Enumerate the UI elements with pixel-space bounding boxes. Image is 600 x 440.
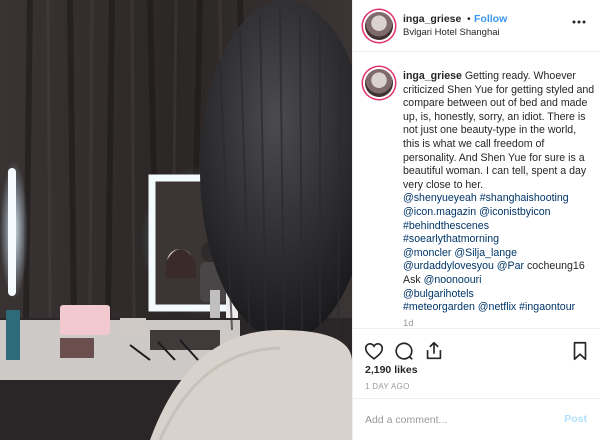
caption-avatar[interactable] [365, 69, 393, 97]
comment-input[interactable] [365, 411, 545, 429]
likes-count[interactable]: 2,190 likes [365, 364, 418, 376]
location-link[interactable]: Bvlgari Hotel Shanghai [403, 27, 500, 38]
follow-button[interactable]: Follow [474, 13, 507, 25]
caption-tags-7-link[interactable]: @noonoouri [424, 274, 482, 286]
heart-icon[interactable] [363, 340, 385, 362]
caption-area: inga_griese Getting ready. Whoever criti… [353, 52, 600, 328]
separator-dot: • [467, 13, 471, 25]
caption-tags-7-text: Ask [403, 273, 424, 286]
post-side-panel: inga_griese • Follow Bvlgari Hotel Shang… [352, 0, 600, 440]
avatar[interactable] [365, 12, 393, 40]
caption-timestamp: 1d [403, 317, 414, 328]
caption-tags-4[interactable]: #soearlythatmorning [403, 233, 595, 247]
caption-tags-6-links[interactable]: @urdaddylovesyou @Par [403, 260, 524, 272]
comment-box: Post [353, 398, 600, 440]
ellipsis-icon[interactable] [571, 14, 587, 30]
caption-tags-2[interactable]: @icon.magazin @iconistbyicon [403, 206, 595, 220]
caption-text: inga_griese Getting ready. Whoever criti… [403, 70, 595, 328]
caption-tags-3[interactable]: #behindthescenes [403, 220, 595, 234]
caption-body: Getting ready. Whoever criticized Shen Y… [403, 70, 595, 191]
post-date: 1 DAY AGO [365, 382, 410, 391]
caption-tags-6-text: cocheung16 [524, 260, 585, 273]
share-icon[interactable] [423, 340, 445, 362]
caption-username[interactable]: inga_griese [403, 70, 462, 82]
post-header: inga_griese • Follow Bvlgari Hotel Shang… [353, 0, 600, 52]
bookmark-icon[interactable] [569, 340, 591, 362]
caption-tags-1[interactable]: @shenyueyeah #shanghaishooting [403, 192, 595, 206]
caption-tags-6: @urdaddylovesyou @Par cocheung16 [403, 260, 595, 274]
caption-tags-8[interactable]: @bulgarihotels [403, 288, 595, 302]
post-photo[interactable] [0, 0, 352, 440]
caption-tags-5[interactable]: @moncler @Silja_lange [403, 247, 595, 261]
comment-bubble-icon[interactable] [393, 340, 415, 362]
caption-tags-7: Ask @noonoouri [403, 274, 595, 288]
caption-tags-9[interactable]: #meteorgarden @netflix #ingaontour [403, 301, 595, 315]
username-link[interactable]: inga_griese [403, 13, 461, 25]
post-comment-button[interactable]: Post [564, 413, 587, 425]
photo-scene [0, 0, 352, 440]
